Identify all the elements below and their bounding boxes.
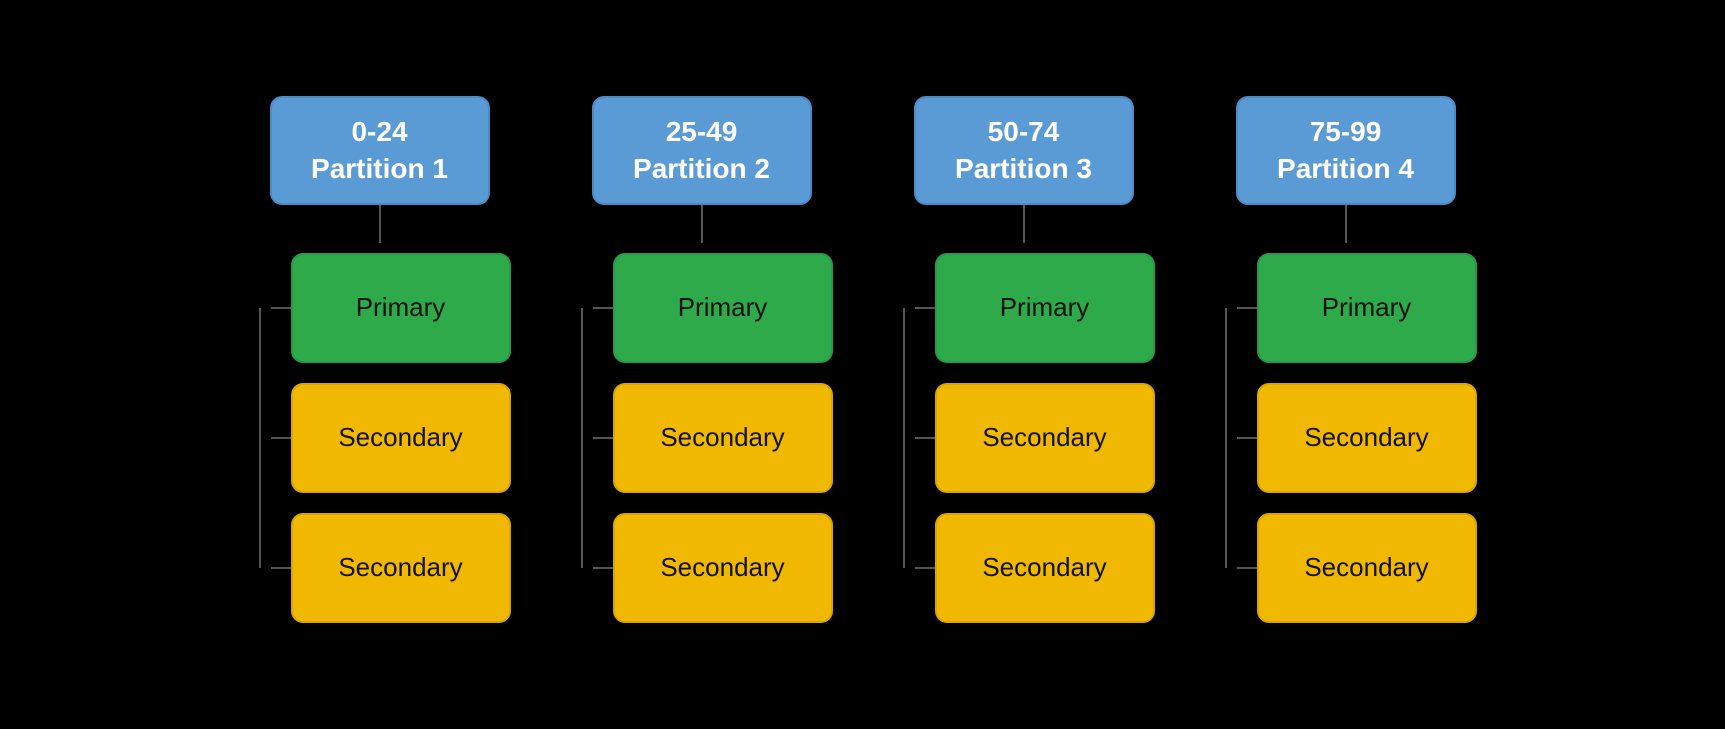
node-row: Secondary	[593, 503, 833, 633]
connector-top	[1345, 205, 1347, 243]
node-label: Secondary	[982, 422, 1106, 453]
node-row: Primary	[593, 243, 833, 373]
node-row: Secondary	[1237, 373, 1477, 503]
partition-group-p1: 0-24 Partition 1 Primary Secondary Secondary	[249, 96, 511, 633]
node-label: Secondary	[1304, 422, 1428, 453]
node-label: Secondary	[338, 552, 462, 583]
nodes-column: Primary Secondary Secondary	[271, 243, 511, 633]
branch-container: Primary Secondary Secondary	[571, 243, 833, 633]
node-primary-0: Primary	[613, 253, 833, 363]
node-label: Secondary	[338, 422, 462, 453]
h-connector	[1237, 567, 1257, 569]
h-connector	[593, 437, 613, 439]
connector-top	[1023, 205, 1025, 243]
node-secondary-2: Secondary	[935, 513, 1155, 623]
nodes-column: Primary Secondary Secondary	[915, 243, 1155, 633]
vertical-branch-line	[893, 243, 915, 633]
partition-group-p4: 75-99 Partition 4 Primary Secondary Secondar…	[1215, 96, 1477, 633]
partition-label: Partition 3	[955, 153, 1092, 184]
vertical-branch-line	[1215, 243, 1237, 633]
branch-container: Primary Secondary Secondary	[893, 243, 1155, 633]
node-secondary-2: Secondary	[613, 513, 833, 623]
node-label: Primary	[1000, 292, 1090, 323]
node-row: Secondary	[593, 373, 833, 503]
node-secondary-1: Secondary	[935, 383, 1155, 493]
node-secondary-1: Secondary	[1257, 383, 1477, 493]
h-connector	[1237, 307, 1257, 309]
branch-container: Primary Secondary Secondary	[249, 243, 511, 633]
h-connector	[271, 567, 291, 569]
connector-top	[701, 205, 703, 243]
partition-range: 75-99	[1310, 116, 1382, 147]
h-connector	[271, 437, 291, 439]
node-primary-0: Primary	[935, 253, 1155, 363]
h-connector	[915, 307, 935, 309]
partition-range: 25-49	[666, 116, 738, 147]
node-row: Primary	[1237, 243, 1477, 373]
node-row: Secondary	[915, 373, 1155, 503]
h-connector	[593, 567, 613, 569]
partition-box-p4: 75-99 Partition 4	[1236, 96, 1456, 205]
h-connector	[915, 567, 935, 569]
node-row: Secondary	[271, 503, 511, 633]
partition-box-p1: 0-24 Partition 1	[270, 96, 490, 205]
partition-box-p3: 50-74 Partition 3	[914, 96, 1134, 205]
node-primary-0: Primary	[1257, 253, 1477, 363]
branch-container: Primary Secondary Secondary	[1215, 243, 1477, 633]
partition-group-p2: 25-49 Partition 2 Primary Secondary Secondar…	[571, 96, 833, 633]
node-secondary-1: Secondary	[613, 383, 833, 493]
node-label: Primary	[678, 292, 768, 323]
node-row: Primary	[915, 243, 1155, 373]
partition-box-p2: 25-49 Partition 2	[592, 96, 812, 205]
node-row: Primary	[271, 243, 511, 373]
partition-range: 50-74	[988, 116, 1060, 147]
nodes-column: Primary Secondary Secondary	[593, 243, 833, 633]
vertical-branch-line	[571, 243, 593, 633]
h-connector	[915, 437, 935, 439]
partition-label: Partition 1	[311, 153, 448, 184]
h-connector	[1237, 437, 1257, 439]
node-label: Primary	[356, 292, 446, 323]
nodes-column: Primary Secondary Secondary	[1237, 243, 1477, 633]
node-primary-0: Primary	[291, 253, 511, 363]
node-label: Secondary	[1304, 552, 1428, 583]
node-row: Secondary	[915, 503, 1155, 633]
connector-top	[379, 205, 381, 243]
node-label: Secondary	[660, 552, 784, 583]
diagram: 0-24 Partition 1 Primary Secondary Secondary…	[209, 76, 1517, 653]
h-connector	[593, 307, 613, 309]
node-row: Secondary	[271, 373, 511, 503]
node-row: Secondary	[1237, 503, 1477, 633]
node-label: Secondary	[982, 552, 1106, 583]
partition-group-p3: 50-74 Partition 3 Primary Secondary Secondar…	[893, 96, 1155, 633]
node-secondary-1: Secondary	[291, 383, 511, 493]
partition-label: Partition 4	[1277, 153, 1414, 184]
node-label: Secondary	[660, 422, 784, 453]
node-secondary-2: Secondary	[291, 513, 511, 623]
node-secondary-2: Secondary	[1257, 513, 1477, 623]
node-label: Primary	[1322, 292, 1412, 323]
vertical-branch-line	[249, 243, 271, 633]
h-connector	[271, 307, 291, 309]
partition-range: 0-24	[351, 116, 407, 147]
partition-label: Partition 2	[633, 153, 770, 184]
